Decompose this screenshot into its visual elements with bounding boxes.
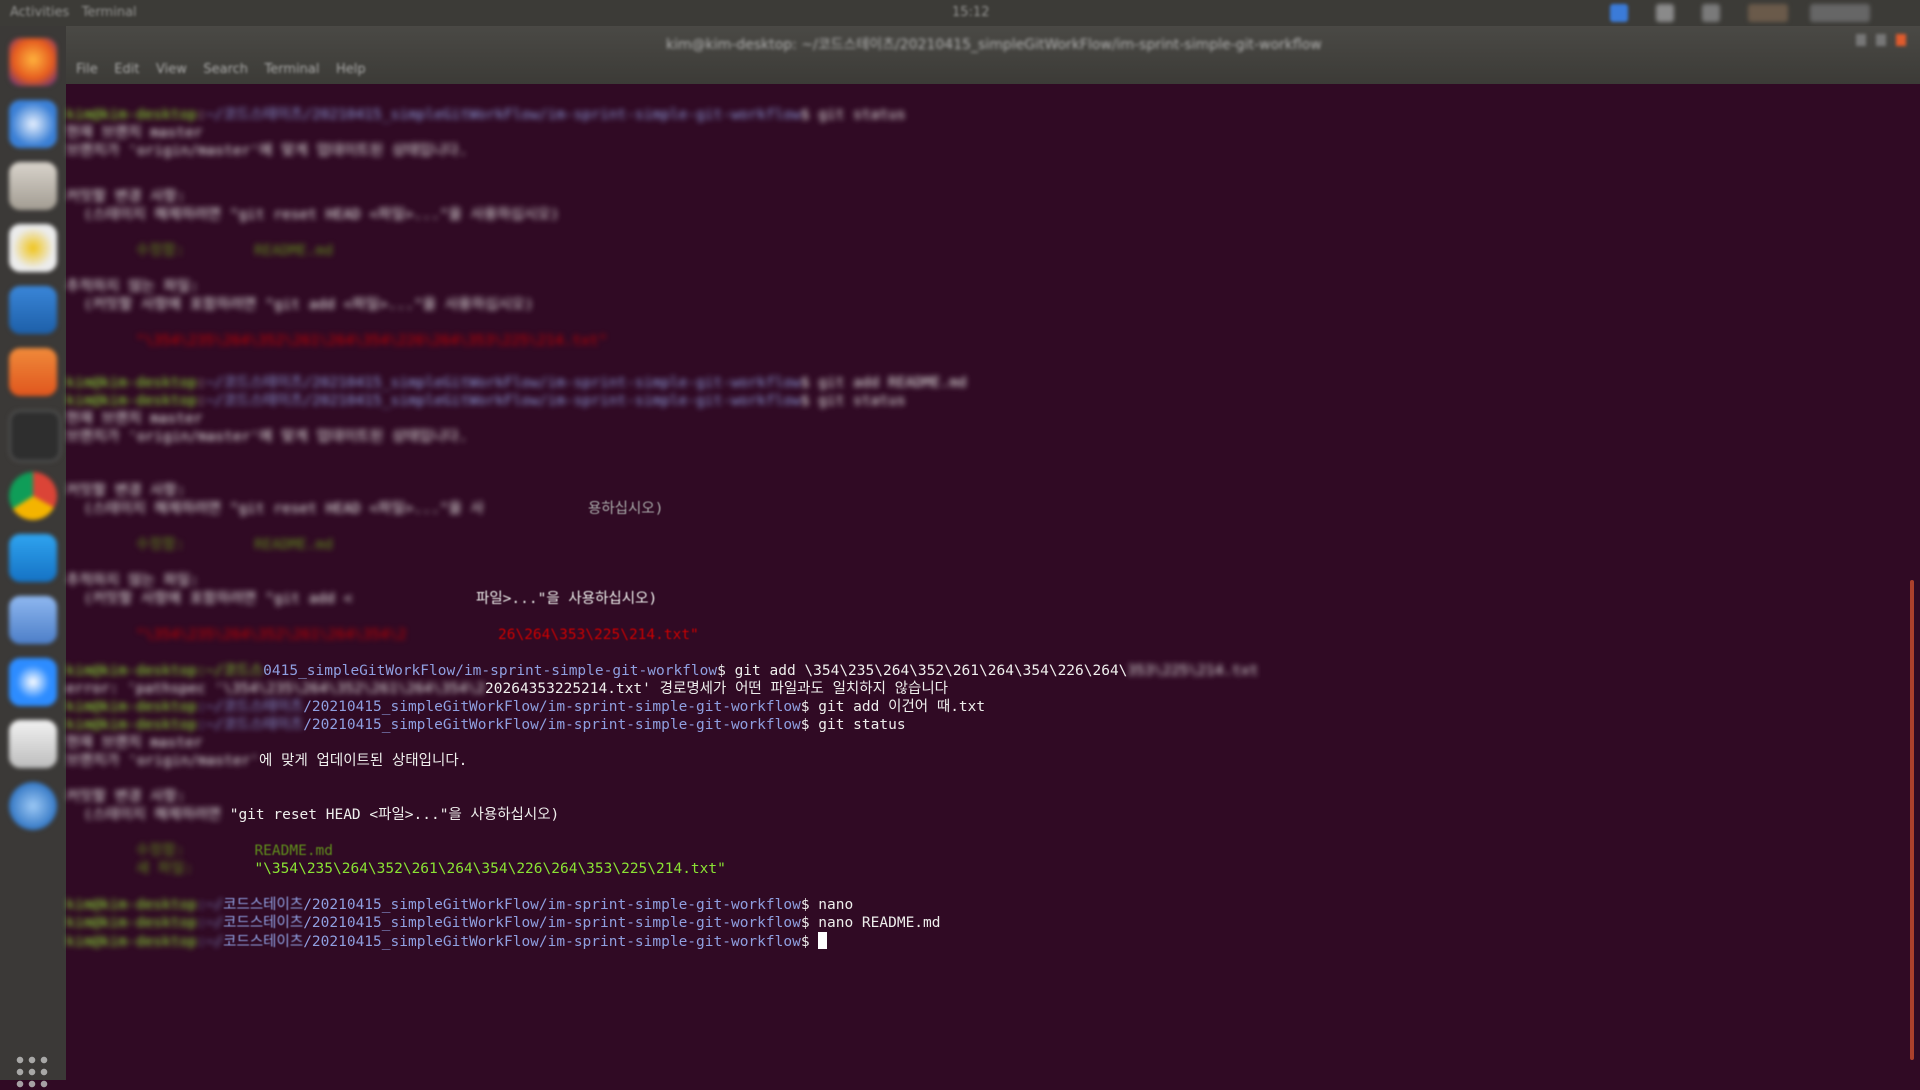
prompt-korean-dir: 코드스테이츠 [223,915,304,931]
prompt-line-git-status: kim@kim-desktop:~/코드스테이츠/20210415_simple… [66,717,906,733]
blurred-prompt-line: kim@kim-desktop:~/코드스테이츠/20210415_simple… [66,375,967,391]
window-controls[interactable] [1856,34,1906,46]
blurred-output-line: 커밋할 변경 사항: [66,189,186,205]
screenshot-icon[interactable] [9,596,57,644]
libreoffice-writer-icon[interactable] [9,286,57,334]
command-text: nano README.md [809,915,941,931]
blurred-output-line: "\354\235\264\352\261\264\354\2 [66,627,407,643]
blurred-output-line: (커밋할 사항에 포함하려면 "git add < [66,591,353,607]
prompt-path: /20210415_simpleGitWorkFlow/im-sprint-si… [303,717,801,733]
command-text: git add \354\235\264\352\261\264\354\226… [725,663,1128,679]
prompt-path: /20210415_simpleGitWorkFlow/im-sprint-si… [303,934,801,950]
terminal-output[interactable]: kim@kim-desktop:~/코드스테이츠/20210415_simple… [66,84,1908,1080]
prompt-korean-dir: 코드스테이츠 [223,897,304,913]
firefox-icon[interactable] [9,38,57,86]
prompt-line-nano-readme: kim@kim-desktop:~/코드스테이츠/20210415_simple… [66,915,941,931]
dock [0,26,66,1090]
clock[interactable]: 15:12 [952,5,989,20]
blurred-output-line: 커밋할 변경 사항: [66,789,186,805]
prompt-korean-dir: 코드스테이츠 [223,934,304,950]
prompt-line-git-add-escaped: kim@kim-desktop:~/코드스0415_simpleGitWorkF… [66,663,1259,679]
command-text: git status [809,717,906,733]
prompt-path: /20210415_simpleGitWorkFlow/im-sprint-si… [303,897,801,913]
prompt-line-nano: kim@kim-desktop:~/코드스테이츠/20210415_simple… [66,897,854,913]
prompt-symbol: $ [800,915,810,931]
prompt-symbol: $ [717,663,726,679]
chrome-icon[interactable] [9,472,57,520]
activities-button[interactable]: Activities Terminal [10,5,137,20]
blurred-output-line: "\354\235\264\352\261\264\354\226\264\35… [66,333,608,349]
blurred-output-line: 현재 브랜치 master [66,411,203,427]
blurred-output-line: 수정함: README.md [66,243,333,259]
text-cursor [818,932,828,949]
blurred-output-line: 브랜치가 'origin/master'에 맞게 업데이트된 상태입니다. [66,429,468,445]
prompt-symbol: $ [800,717,810,733]
system-menu-icon[interactable] [1810,4,1870,22]
prompt-path: /20210415_simpleGitWorkFlow/im-sprint-si… [303,915,801,931]
show-apps-icon[interactable] [14,1054,50,1090]
drive-icon[interactable] [9,720,57,768]
command-text: nano [809,897,854,913]
globe-icon[interactable] [9,782,57,830]
rhythmbox-icon[interactable] [9,224,57,272]
prompt-symbol: $ [800,897,810,913]
tray-video-icon[interactable] [1656,4,1674,22]
blurred-prompt-line: kim@kim-desktop:~/코드스테이츠/20210415_simple… [66,107,906,123]
terminal-icon[interactable] [9,410,61,462]
staged-file-line: 수정함: README.md [66,843,334,859]
staged-file-readme: README.md [254,843,334,859]
blurred-output-line: 추적하지 않는 파일: [66,279,199,295]
tray-app-icon[interactable] [1610,4,1628,22]
command-text: git add 이건어 때.txt [809,699,986,715]
prompt-path: 0415_simpleGitWorkFlow/im-sprint-simple-… [263,663,718,679]
blurred-output-line: 브랜치가 'origin/master'에 맞게 업데이트된 상태입니다. [66,143,468,159]
hint-reset: "git reset HEAD <파일>..."을 사용하십시오) [229,807,560,823]
error-file-fragment: 20264353225214.txt' [485,681,651,697]
partial-hint-text: 용하십시오) [588,501,664,517]
blurred-output-line: (스테이지 해제하려면 "git reset HEAD <파일>..."을 사 [66,501,484,517]
blurred-output-line: 추적하지 않는 파일: [66,573,199,589]
status-line: 브랜치가 'origin/master'에 맞게 업데이트된 상태입니다. [66,753,468,769]
tray-chat-icon[interactable] [1702,4,1720,22]
error-line: error: 'pathspec '\354\235\264\352\261\2… [66,681,949,697]
top-system-bar: Activities Terminal 15:12 [0,0,1920,26]
blurred-output-line: 현재 브랜치 master [66,735,203,751]
thunderbird-icon[interactable] [9,100,57,148]
blurred-output-line: 현재 브랜치 master [66,125,203,141]
blurred-output-line: 커밋할 변경 사항: [66,483,186,499]
blurred-output-line: 수정함: README.md [66,537,333,553]
prompt-line-git-add: kim@kim-desktop:~/코드스테이츠/20210415_simple… [66,699,986,715]
blurred-output-line: (커밋할 사항에 포함하려면 "git add <파일>..."을 사용하십시오… [66,297,534,313]
partial-hint-text: 파일>..."을 사용하십시오) [476,591,658,607]
window-title: kim@kim-desktop: ~/코드스테이츠/20210415_simpl… [666,37,1322,53]
prompt-line-current[interactable]: kim@kim-desktop:~/코드스테이츠/20210415_simple… [66,932,828,951]
blurred-output-line: (스테이지 해제하려면 "git reset HEAD <파일>..."을 사용… [66,207,560,223]
staged-file-line: 새 파일: "\354\235\264\352\261\264\354\226\… [66,861,726,877]
vscode-icon[interactable] [9,534,57,582]
terminal-menu[interactable]: File Edit View Search Terminal Help [76,62,366,77]
prompt-path: /20210415_simpleGitWorkFlow/im-sprint-si… [303,699,801,715]
staged-file-txt: "\354\235\264\352\261\264\354\226\264\35… [254,861,726,877]
hint-line: (스테이지 해제하려면 "git reset HEAD <파일>..."을 사용… [66,807,560,823]
prompt-symbol: $ [800,699,810,715]
prompt-symbol: $ [800,934,810,950]
files-icon[interactable] [9,162,57,210]
zoom-icon[interactable] [9,658,57,706]
terminal-titlebar: kim@kim-desktop: ~/코드스테이츠/20210415_simpl… [66,26,1920,84]
blurred-prompt-line: kim@kim-desktop:~/코드스테이츠/20210415_simple… [66,393,906,409]
status-up-to-date: 에 맞게 업데이트된 상태입니다. [259,753,468,769]
input-method-indicator[interactable] [1748,4,1788,22]
untracked-file-fragment: 26\264\353\225\214.txt" [498,627,699,643]
terminal-scrollbar[interactable] [1910,580,1914,1060]
software-center-icon[interactable] [9,348,57,396]
error-message: 경로명세가 어떤 파일과도 일치하지 않습니다 [650,681,949,697]
